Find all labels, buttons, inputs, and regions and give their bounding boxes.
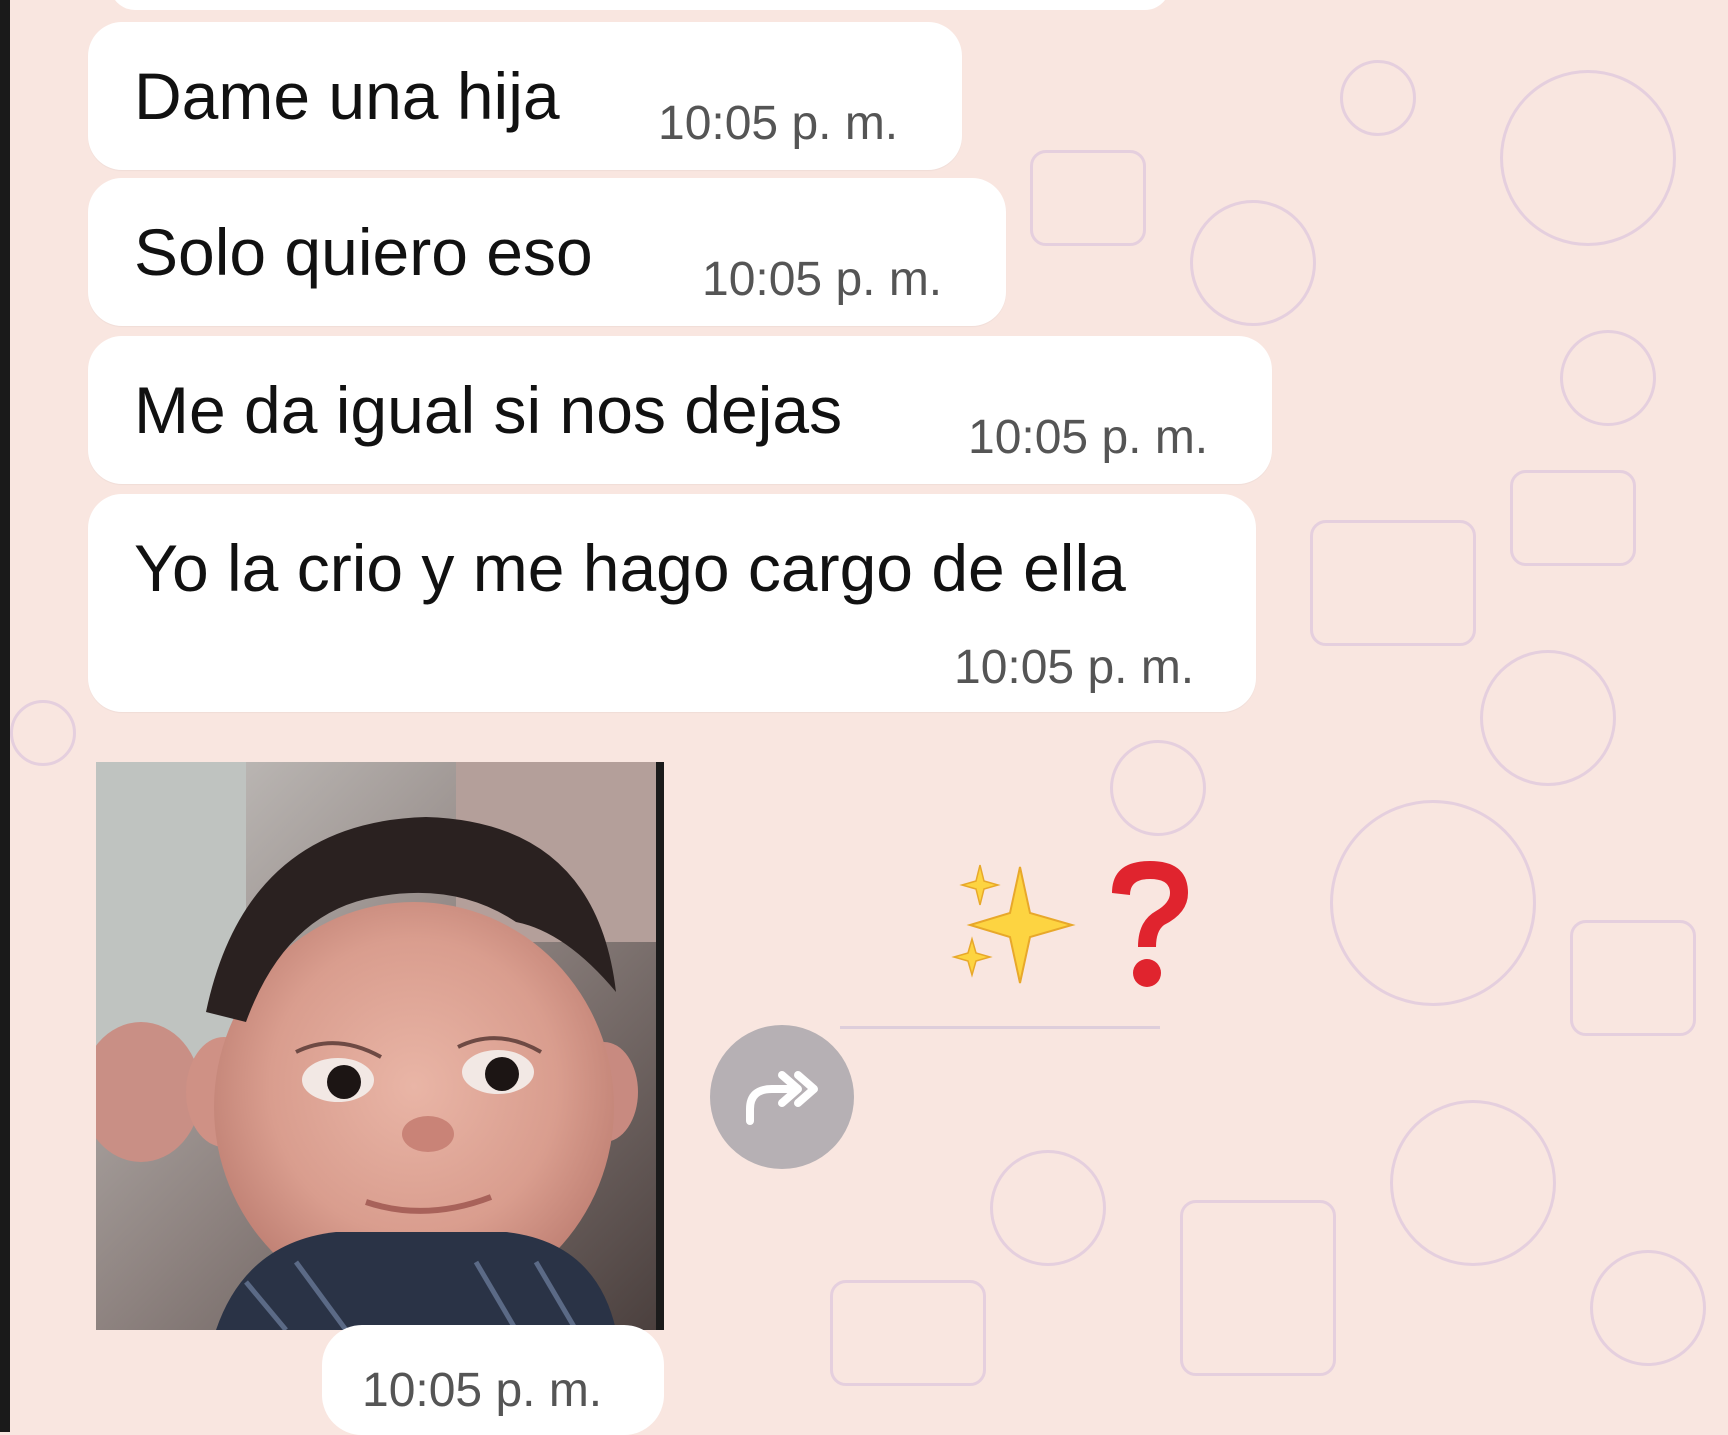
- message-bubble[interactable]: Yo la crio y me hago cargo de ella 10:05…: [88, 494, 1256, 712]
- message-text: Me da igual si nos dejas: [134, 373, 843, 447]
- doodle-circle: [990, 1150, 1106, 1266]
- forward-button[interactable]: [710, 1025, 854, 1169]
- doodle-rect: [830, 1280, 986, 1386]
- screen-edge: [0, 0, 10, 1432]
- message-text: Dame una hija: [134, 59, 560, 133]
- doodle-circle: [10, 700, 76, 766]
- message-bubble[interactable]: Me da igual si nos dejas 10:05 p. m.: [88, 336, 1272, 484]
- doodle-circle: [1340, 60, 1416, 136]
- emoji-message[interactable]: [950, 855, 1210, 995]
- message-timestamp: 10:05 p. m.: [702, 253, 943, 306]
- message-timestamp: 10:05 p. m.: [968, 411, 1209, 464]
- doodle-circle: [1590, 1250, 1706, 1366]
- previous-message-bubble: [110, 0, 1170, 10]
- doodle-rect: [1310, 520, 1476, 646]
- doodle-circle: [1330, 800, 1536, 1006]
- doodle-circle: [1190, 200, 1316, 326]
- doodle-rect: [1030, 150, 1146, 246]
- image-timestamp-pill: 10:05 p. m.: [322, 1325, 664, 1435]
- doodle-circle: [1560, 330, 1656, 426]
- image-timestamp: 10:05 p. m.: [362, 1364, 603, 1417]
- baby-photo[interactable]: [96, 762, 664, 1330]
- doodle-circle: [1390, 1100, 1556, 1266]
- forward-icon: [746, 1071, 818, 1125]
- baby-photo-drawing: [96, 762, 664, 1330]
- doodle-rect: [1510, 470, 1636, 566]
- message-text: Yo la crio y me hago cargo de ella: [134, 531, 1126, 605]
- doodle-circle: [1500, 70, 1676, 246]
- message-timestamp: 10:05 p. m.: [954, 641, 1195, 694]
- doodle-rect: [1180, 1200, 1336, 1376]
- message-bubble[interactable]: Dame una hija 10:05 p. m.: [88, 22, 962, 170]
- doodle-rect: [1570, 920, 1696, 1036]
- divider: [840, 1026, 1160, 1029]
- message-text: Solo quiero eso: [134, 215, 593, 289]
- doodle-circle: [1480, 650, 1616, 786]
- doodle-circle: [1110, 740, 1206, 836]
- message-bubble[interactable]: Solo quiero eso 10:05 p. m.: [88, 178, 1006, 326]
- message-timestamp: 10:05 p. m.: [658, 97, 899, 150]
- red-question-mark-icon: [1112, 861, 1188, 987]
